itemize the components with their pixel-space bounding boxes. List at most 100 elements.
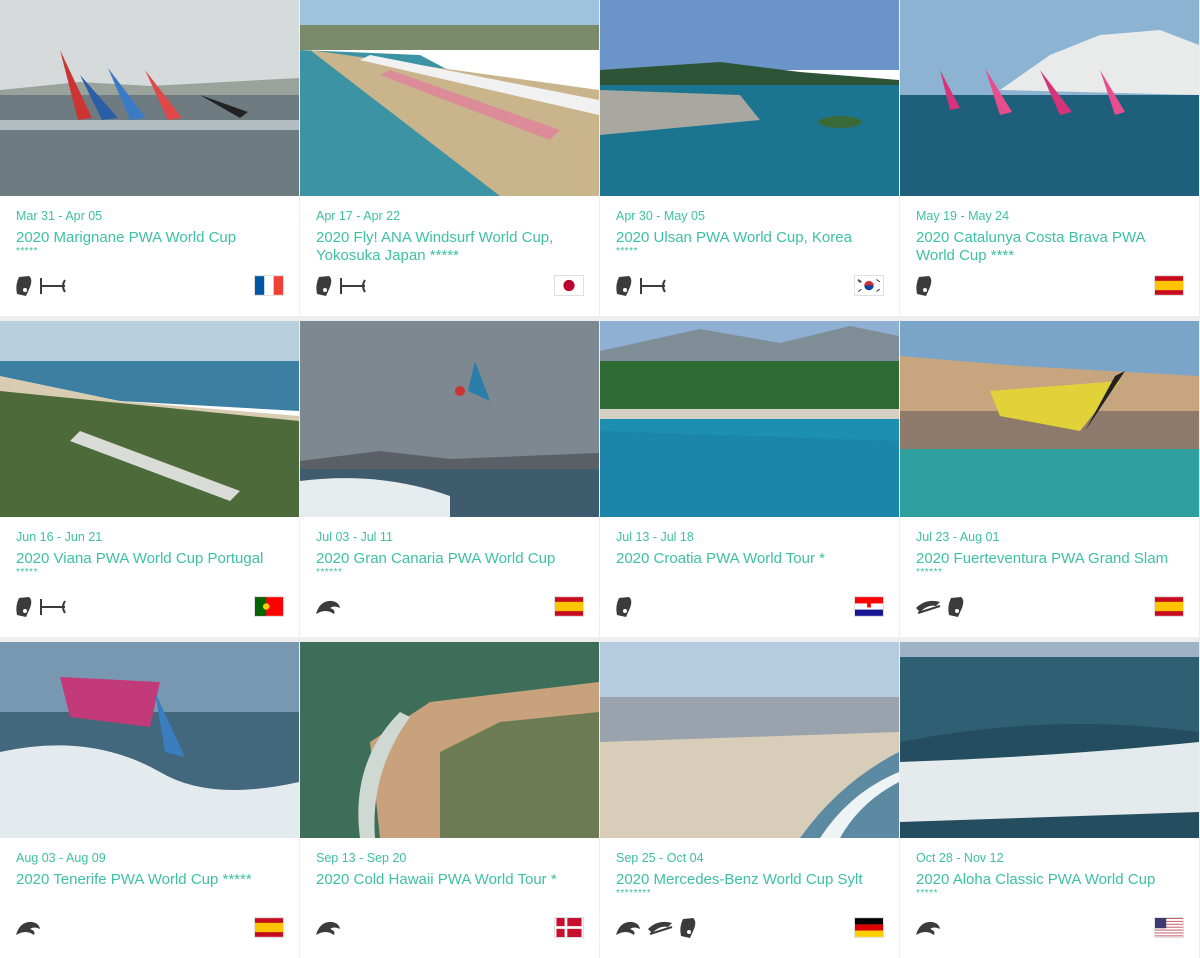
event-title[interactable]: 2020 Cold Hawaii PWA World Tour *: [316, 871, 583, 889]
freestyle-icon: [914, 596, 942, 618]
event-card[interactable]: Apr 17 - Apr 22 2020 Fly! ANA Windsurf Wo…: [300, 0, 599, 316]
event-info: Sep 13 - Sep 20 2020 Cold Hawaii PWA Worl…: [300, 838, 599, 958]
discipline-icons: [914, 596, 966, 618]
slalom-icon: [614, 596, 634, 618]
event-card[interactable]: Sep 13 - Sep 20 2020 Cold Hawaii PWA Worl…: [300, 642, 599, 958]
event-dates: Jul 23 - Aug 01: [916, 530, 1000, 544]
event-photo[interactable]: [900, 642, 1199, 838]
event-info: Jun 16 - Jun 21 2020 Viana PWA World Cup …: [0, 517, 299, 637]
event-card[interactable]: Jul 03 - Jul 11 2020 Gran Canaria PWA Wor…: [300, 321, 599, 637]
wave-icon: [914, 917, 942, 939]
event-title[interactable]: 2020 Gran Canaria PWA World Cup: [316, 550, 583, 568]
event-photo[interactable]: [0, 0, 299, 196]
discipline-icons: [914, 275, 934, 297]
discipline-icons: [14, 275, 68, 297]
event-title[interactable]: 2020 Ulsan PWA World Cup, Korea: [616, 229, 883, 247]
fr-flag-icon: [255, 276, 283, 295]
event-info: Oct 28 - Nov 12 2020 Aloha Classic PWA Wo…: [900, 838, 1199, 958]
event-card[interactable]: Aug 03 - Aug 09 2020 Tenerife PWA World C…: [0, 642, 299, 958]
events-grid: Mar 31 - Apr 05 2020 Marignane PWA World …: [0, 0, 1200, 958]
de-flag-icon: [855, 918, 883, 937]
pt-flag-icon: [255, 597, 283, 616]
event-title[interactable]: 2020 Croatia PWA World Tour *: [616, 550, 883, 568]
event-star-rating: *****: [16, 246, 38, 257]
event-photo[interactable]: [0, 642, 299, 838]
es-flag-icon: [255, 918, 283, 937]
event-star-rating: *****: [916, 888, 938, 899]
discipline-icons: [914, 917, 942, 939]
event-card[interactable]: Jul 23 - Aug 01 2020 Fuerteventura PWA Gr…: [900, 321, 1199, 637]
event-star-rating: ******: [916, 567, 943, 578]
slalom-icon: [678, 917, 698, 939]
event-info: Aug 03 - Aug 09 2020 Tenerife PWA World C…: [0, 838, 299, 958]
event-title[interactable]: 2020 Aloha Classic PWA World Cup: [916, 871, 1183, 889]
foil-icon: [338, 275, 368, 297]
event-title[interactable]: 2020 Marignane PWA World Cup: [16, 229, 283, 247]
event-dates: May 19 - May 24: [916, 209, 1010, 223]
event-photo[interactable]: [600, 0, 899, 196]
wave-icon: [314, 596, 342, 618]
dk-flag-icon: [555, 918, 583, 937]
discipline-icons: [314, 596, 342, 618]
slalom-icon: [14, 275, 34, 297]
event-info: Sep 25 - Oct 04 2020 Mercedes-Benz World …: [600, 838, 899, 958]
event-dates: Apr 30 - May 05: [616, 209, 705, 223]
event-dates: Mar 31 - Apr 05: [16, 209, 103, 223]
event-card[interactable]: Apr 30 - May 05 2020 Ulsan PWA World Cup,…: [600, 0, 899, 316]
discipline-icons: [14, 917, 42, 939]
event-card[interactable]: Mar 31 - Apr 05 2020 Marignane PWA World …: [0, 0, 299, 316]
slalom-icon: [946, 596, 966, 618]
event-info: Apr 30 - May 05 2020 Ulsan PWA World Cup,…: [600, 196, 899, 316]
slalom-icon: [914, 275, 934, 297]
discipline-icons: [314, 275, 368, 297]
event-dates: Jun 16 - Jun 21: [16, 530, 103, 544]
event-dates: Sep 25 - Oct 04: [616, 851, 704, 865]
freestyle-icon: [646, 917, 674, 939]
us-flag-icon: [1155, 918, 1183, 937]
jp-flag-icon: [555, 276, 583, 295]
es-flag-icon: [1155, 597, 1183, 616]
event-photo[interactable]: [0, 321, 299, 517]
event-card[interactable]: Jun 16 - Jun 21 2020 Viana PWA World Cup …: [0, 321, 299, 637]
event-title[interactable]: 2020 Viana PWA World Cup Portugal: [16, 550, 283, 568]
event-title[interactable]: 2020 Tenerife PWA World Cup *****: [16, 871, 283, 889]
event-photo[interactable]: [300, 642, 599, 838]
event-photo[interactable]: [900, 0, 1199, 196]
event-info: Mar 31 - Apr 05 2020 Marignane PWA World …: [0, 196, 299, 316]
event-title[interactable]: 2020 Catalunya Costa Brava PWA World Cup…: [916, 229, 1183, 265]
event-star-rating: *****: [616, 246, 638, 257]
event-photo[interactable]: [300, 0, 599, 196]
event-info: Jul 23 - Aug 01 2020 Fuerteventura PWA Gr…: [900, 517, 1199, 637]
wave-icon: [14, 917, 42, 939]
event-title[interactable]: 2020 Fly! ANA Windsurf World Cup, Yokosu…: [316, 229, 583, 265]
discipline-icons: [314, 917, 342, 939]
event-card[interactable]: May 19 - May 24 2020 Catalunya Costa Brav…: [900, 0, 1199, 316]
event-info: Jul 13 - Jul 18 2020 Croatia PWA World To…: [600, 517, 899, 637]
event-star-rating: *****: [16, 567, 38, 578]
wave-icon: [614, 917, 642, 939]
slalom-icon: [314, 275, 334, 297]
es-flag-icon: [555, 597, 583, 616]
event-title[interactable]: 2020 Mercedes-Benz World Cup Sylt: [616, 871, 883, 889]
event-card[interactable]: Jul 13 - Jul 18 2020 Croatia PWA World To…: [600, 321, 899, 637]
event-card[interactable]: Sep 25 - Oct 04 2020 Mercedes-Benz World …: [600, 642, 899, 958]
es-flag-icon: [1155, 276, 1183, 295]
event-photo[interactable]: [900, 321, 1199, 517]
event-dates: Sep 13 - Sep 20: [316, 851, 407, 865]
event-photo[interactable]: [600, 642, 899, 838]
event-card[interactable]: Oct 28 - Nov 12 2020 Aloha Classic PWA Wo…: [900, 642, 1199, 958]
event-info: Jul 03 - Jul 11 2020 Gran Canaria PWA Wor…: [300, 517, 599, 637]
event-dates: Oct 28 - Nov 12: [916, 851, 1004, 865]
event-photo[interactable]: [600, 321, 899, 517]
hr-flag-icon: [855, 597, 883, 616]
discipline-icons: [614, 596, 634, 618]
event-title[interactable]: 2020 Fuerteventura PWA Grand Slam: [916, 550, 1183, 568]
event-photo[interactable]: [300, 321, 599, 517]
event-star-rating: ********: [616, 888, 652, 899]
event-dates: Jul 03 - Jul 11: [316, 530, 393, 544]
slalom-icon: [14, 596, 34, 618]
discipline-icons: [614, 275, 668, 297]
slalom-icon: [614, 275, 634, 297]
event-dates: Jul 13 - Jul 18: [616, 530, 694, 544]
foil-icon: [38, 275, 68, 297]
